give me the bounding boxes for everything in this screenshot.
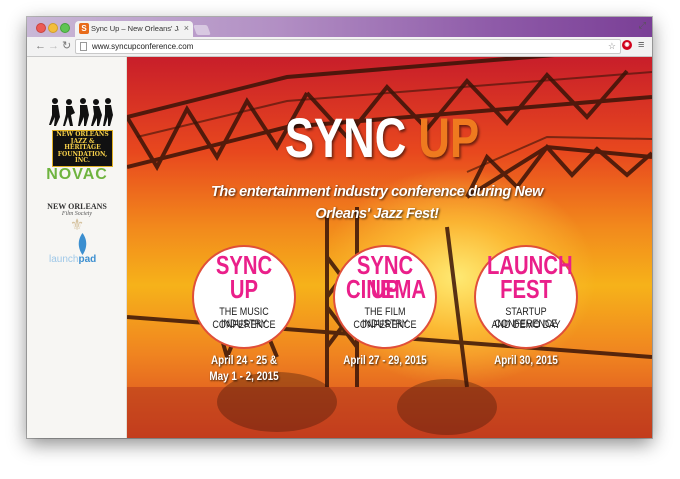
sync-up-cinema-event-circle[interactable]: SYNC UP CINEMA THE FILM INDUSTRY CONFERE… bbox=[335, 247, 435, 347]
launch-fest-event-circle[interactable]: LAUNCH FEST STARTUP CONFERENCE AND DEMO … bbox=[476, 247, 576, 347]
title-bar: S Sync Up – New Orleans' Jaz × ⤢ bbox=[27, 17, 652, 37]
film-society-logo[interactable]: NEW ORLEANS bbox=[34, 202, 120, 211]
tagline-line2: Orleans' Jazz Fest! bbox=[315, 206, 439, 222]
launch-fest-dates: April 30, 2015 bbox=[470, 353, 582, 369]
forward-arrow-icon[interactable]: → bbox=[48, 40, 59, 52]
browser-window: S Sync Up – New Orleans' Jaz × ⤢ ← → ↻ w… bbox=[27, 17, 652, 438]
launchpad-leaf-icon bbox=[78, 233, 87, 255]
tagline-line1: The entertainment industry conference du… bbox=[210, 184, 544, 200]
hero-tagline: The entertainment industry conference du… bbox=[182, 181, 572, 225]
page-icon bbox=[80, 42, 87, 51]
event-subtitle-line2: AND DEMO DAY bbox=[491, 319, 561, 331]
event-date-line2: May 1 - 2, 2015 bbox=[209, 371, 279, 383]
event-title-line2: UP bbox=[229, 274, 259, 304]
sponsor-sidebar: NEW ORLEANS JAZZ & HERITAGE FOUNDATION, … bbox=[27, 57, 127, 438]
event-subtitle-line2: CONFERENCE bbox=[353, 319, 417, 331]
event-title-line2: FEST bbox=[500, 274, 552, 304]
tab-title: Sync Up – New Orleans' Jaz bbox=[91, 24, 179, 33]
browser-menu-icon[interactable]: ≡ bbox=[638, 39, 644, 51]
event-date-line1: April 27 - 29, 2015 bbox=[343, 355, 427, 367]
launchpad-logo[interactable]: launchpad bbox=[49, 254, 109, 265]
launchpad-logo-light: launch bbox=[49, 254, 79, 265]
zoom-window-button[interactable] bbox=[60, 23, 70, 33]
bookmark-star-icon[interactable]: ☆ bbox=[608, 40, 616, 53]
hero-title: SYNC UP bbox=[242, 108, 523, 168]
url-text[interactable]: www.syncupconference.com bbox=[92, 40, 193, 53]
sync-up-cinema-dates: April 27 - 29, 2015 bbox=[329, 353, 441, 369]
event-title-line2: CINEMA bbox=[346, 274, 426, 304]
reload-icon[interactable]: ↻ bbox=[62, 40, 71, 52]
close-window-button[interactable] bbox=[36, 23, 46, 33]
novac-logo[interactable]: NOVAC bbox=[41, 166, 113, 184]
jazz-heritage-foundation-logo[interactable]: NEW ORLEANS JAZZ & HERITAGE FOUNDATION, … bbox=[52, 130, 113, 167]
fleur-de-lis-icon: ⚜ bbox=[69, 217, 85, 234]
minimize-window-button[interactable] bbox=[48, 23, 58, 33]
fullscreen-icon[interactable]: ⤢ bbox=[639, 20, 646, 31]
jazz-logo-line2: JAZZ & HERITAGE bbox=[64, 137, 101, 151]
site-favicon-icon: S bbox=[79, 23, 89, 34]
back-arrow-icon[interactable]: ← bbox=[35, 40, 46, 52]
event-date-line1: April 24 - 25 & bbox=[211, 355, 277, 367]
extension-icon[interactable]: ◉ bbox=[622, 40, 632, 50]
jazz-logo-line3: FOUNDATION, INC. bbox=[57, 150, 108, 164]
hero-title-main: SYNC bbox=[284, 106, 407, 169]
launchpad-logo-bold: pad bbox=[78, 254, 97, 265]
jazz-musicians-logo-icon bbox=[49, 98, 113, 126]
browser-toolbar: ← → ↻ www.syncupconference.com ☆ ◉ ≡ bbox=[27, 37, 652, 57]
new-tab-button[interactable] bbox=[193, 25, 211, 35]
address-bar[interactable]: www.syncupconference.com ☆ bbox=[75, 39, 621, 54]
page-content: NEW ORLEANS JAZZ & HERITAGE FOUNDATION, … bbox=[27, 57, 652, 438]
browser-tab[interactable]: S Sync Up – New Orleans' Jaz × bbox=[75, 21, 193, 37]
sync-up-dates: April 24 - 25 & May 1 - 2, 2015 bbox=[188, 353, 300, 385]
event-subtitle-line2: CONFERENCE bbox=[212, 319, 276, 331]
hero-title-accent: UP bbox=[418, 106, 480, 169]
event-date-line1: April 30, 2015 bbox=[494, 355, 558, 367]
tab-close-icon[interactable]: × bbox=[184, 22, 189, 34]
sync-up-event-circle[interactable]: SYNC UP THE MUSIC INDUSTRY CONFERENCE bbox=[194, 247, 294, 347]
